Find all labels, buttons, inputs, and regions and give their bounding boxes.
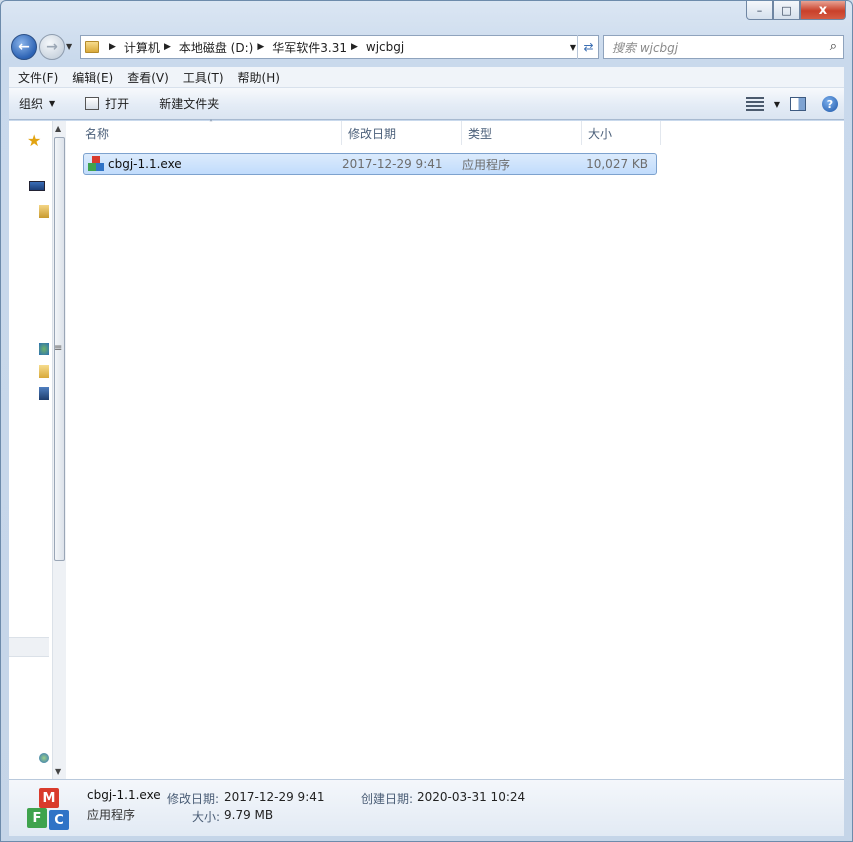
computer-icon[interactable] [39, 387, 49, 400]
organize-label: 组织 [19, 95, 43, 112]
preview-pane-icon[interactable] [790, 97, 806, 111]
desktop-icon[interactable] [29, 181, 45, 191]
search-placeholder: 搜索 wjcbgj [612, 39, 678, 56]
column-headers: 名称 修改日期 类型 大小 [67, 121, 661, 145]
navigation-bar: ← → ▼ ▶ 计算机▶ 本地磁盘 (D:)▶ 华军软件3.31▶ wjcbgj… [9, 32, 844, 62]
file-type: 应用程序 [462, 156, 582, 173]
details-pane: M F C cbgj-1.1.exe 应用程序 修改日期: 2017-12-29… [9, 779, 844, 836]
navigation-pane: ★ ▲ ▼ ≡ [9, 121, 66, 779]
view-options-chevron-icon[interactable]: ▼ [774, 100, 780, 109]
new-folder-button[interactable]: 新建文件夹 [151, 92, 227, 116]
scroll-up-icon[interactable]: ▲ [55, 124, 61, 133]
details-file-type: 应用程序 [87, 806, 135, 823]
breadcrumb-huajun[interactable]: 华军软件3.31▶ [272, 39, 366, 56]
column-header-name[interactable]: 名称 [67, 121, 342, 145]
address-bar[interactable]: ▶ 计算机▶ 本地磁盘 (D:)▶ 华军软件3.31▶ wjcbgj ▼ ⇄ [80, 35, 599, 59]
application-icon [88, 156, 104, 172]
globe-icon[interactable] [39, 753, 49, 763]
change-view-icon[interactable] [746, 97, 764, 111]
details-created-value: 2020-03-31 10:24 [417, 790, 525, 804]
explorer-window: – □ x ← → ▼ ▶ 计算机▶ 本地磁盘 (D:)▶ 华军软件3.31▶ … [0, 0, 853, 842]
details-modified-label: 修改日期: [167, 790, 219, 807]
maximize-button[interactable]: □ [773, 1, 800, 20]
scrollbar-grip-icon: ≡ [54, 343, 62, 354]
help-icon[interactable]: ? [822, 96, 838, 112]
folder-icon [85, 41, 99, 53]
application-large-icon: M F C [27, 788, 71, 832]
menu-view[interactable]: 查看(V) [118, 69, 174, 86]
back-arrow-icon[interactable]: ← [11, 34, 37, 60]
details-size-label: 大小: [192, 808, 220, 825]
new-folder-label: 新建文件夹 [159, 95, 219, 112]
open-button[interactable]: 打开 [77, 92, 137, 116]
content-area: ★ ▲ ▼ ≡ ˄ 名称 修改日期 类型 大小 [9, 121, 844, 779]
column-header-modified[interactable]: 修改日期 [342, 121, 462, 145]
organize-button[interactable]: 组织 ▼ [9, 92, 63, 116]
favorites-star-icon[interactable]: ★ [27, 131, 41, 150]
navigation-pane-scrollbar[interactable]: ▲ ▼ [52, 121, 66, 779]
breadcrumb-local-disk[interactable]: 本地磁盘 (D:)▶ [179, 39, 272, 56]
details-size-value: 9.79 MB [224, 808, 273, 822]
menu-file[interactable]: 文件(F) [9, 69, 63, 86]
file-size: 10,027 KB [582, 157, 648, 171]
minimize-button[interactable]: – [746, 1, 773, 20]
caption-buttons: – □ x [746, 1, 846, 21]
navigation-pane-splitter[interactable] [9, 637, 49, 657]
network-icon[interactable] [39, 343, 49, 355]
forward-arrow-icon[interactable]: → [39, 34, 65, 60]
command-bar: 组织 ▼ 打开 新建文件夹 ▼ ? [9, 88, 844, 120]
column-header-type[interactable]: 类型 [462, 121, 582, 145]
file-modified: 2017-12-29 9:41 [342, 157, 462, 171]
address-history-chevron-icon[interactable]: ▼ [570, 43, 576, 52]
refresh-icon[interactable]: ⇄ [577, 35, 599, 59]
details-modified-value: 2017-12-29 9:41 [224, 790, 325, 804]
file-list: ˄ 名称 修改日期 类型 大小 cbgj-1.1.exe 2017-12-29 … [67, 121, 844, 779]
file-name: cbgj-1.1.exe [108, 157, 182, 171]
recent-pages-chevron-icon[interactable]: ▼ [66, 42, 72, 51]
close-button[interactable]: x [800, 1, 846, 20]
view-controls: ▼ ? [746, 88, 844, 120]
menu-bar: 文件(F) 编辑(E) 查看(V) 工具(T) 帮助(H) [9, 67, 844, 88]
breadcrumb-sep-root[interactable]: ▶ [105, 42, 124, 52]
file-name-cell: cbgj-1.1.exe [84, 156, 342, 172]
menu-edit[interactable]: 编辑(E) [63, 69, 118, 86]
open-label: 打开 [105, 95, 129, 112]
menu-help[interactable]: 帮助(H) [229, 69, 285, 86]
chevron-down-icon: ▼ [49, 99, 55, 108]
column-header-size[interactable]: 大小 [582, 121, 661, 145]
menu-tools[interactable]: 工具(T) [174, 69, 229, 86]
file-row[interactable]: cbgj-1.1.exe 2017-12-29 9:41 应用程序 10,027… [83, 153, 657, 175]
details-file-name: cbgj-1.1.exe [87, 788, 161, 802]
search-input[interactable]: 搜索 wjcbgj ⌕ [603, 35, 844, 59]
folder-icon[interactable] [39, 365, 49, 378]
breadcrumb-wjcbgj[interactable]: wjcbgj [366, 40, 404, 54]
details-created-label: 创建日期: [361, 790, 413, 807]
search-icon[interactable]: ⌕ [830, 39, 837, 54]
library-icon[interactable] [39, 205, 49, 218]
scroll-down-icon[interactable]: ▼ [55, 767, 61, 776]
breadcrumb-computer[interactable]: 计算机▶ [124, 39, 179, 56]
open-icon [85, 97, 99, 110]
